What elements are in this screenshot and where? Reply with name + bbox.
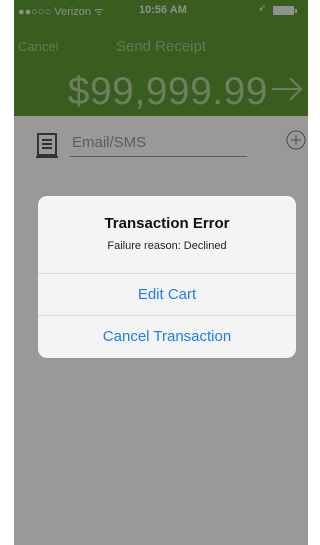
alert-title: Transaction Error: [104, 215, 230, 232]
transaction-error-alert: Transaction Error Failure reason: Declin…: [38, 196, 296, 358]
edit-cart-button[interactable]: Edit Cart: [38, 273, 296, 316]
cancel-transaction-button[interactable]: Cancel Transaction: [38, 315, 296, 358]
app-screen: ●●○○○ Verizon ᯤ 10:56 AM ➶ Cancel Send R…: [14, 0, 308, 545]
alert-message: Failure reason: Declined: [107, 240, 227, 252]
